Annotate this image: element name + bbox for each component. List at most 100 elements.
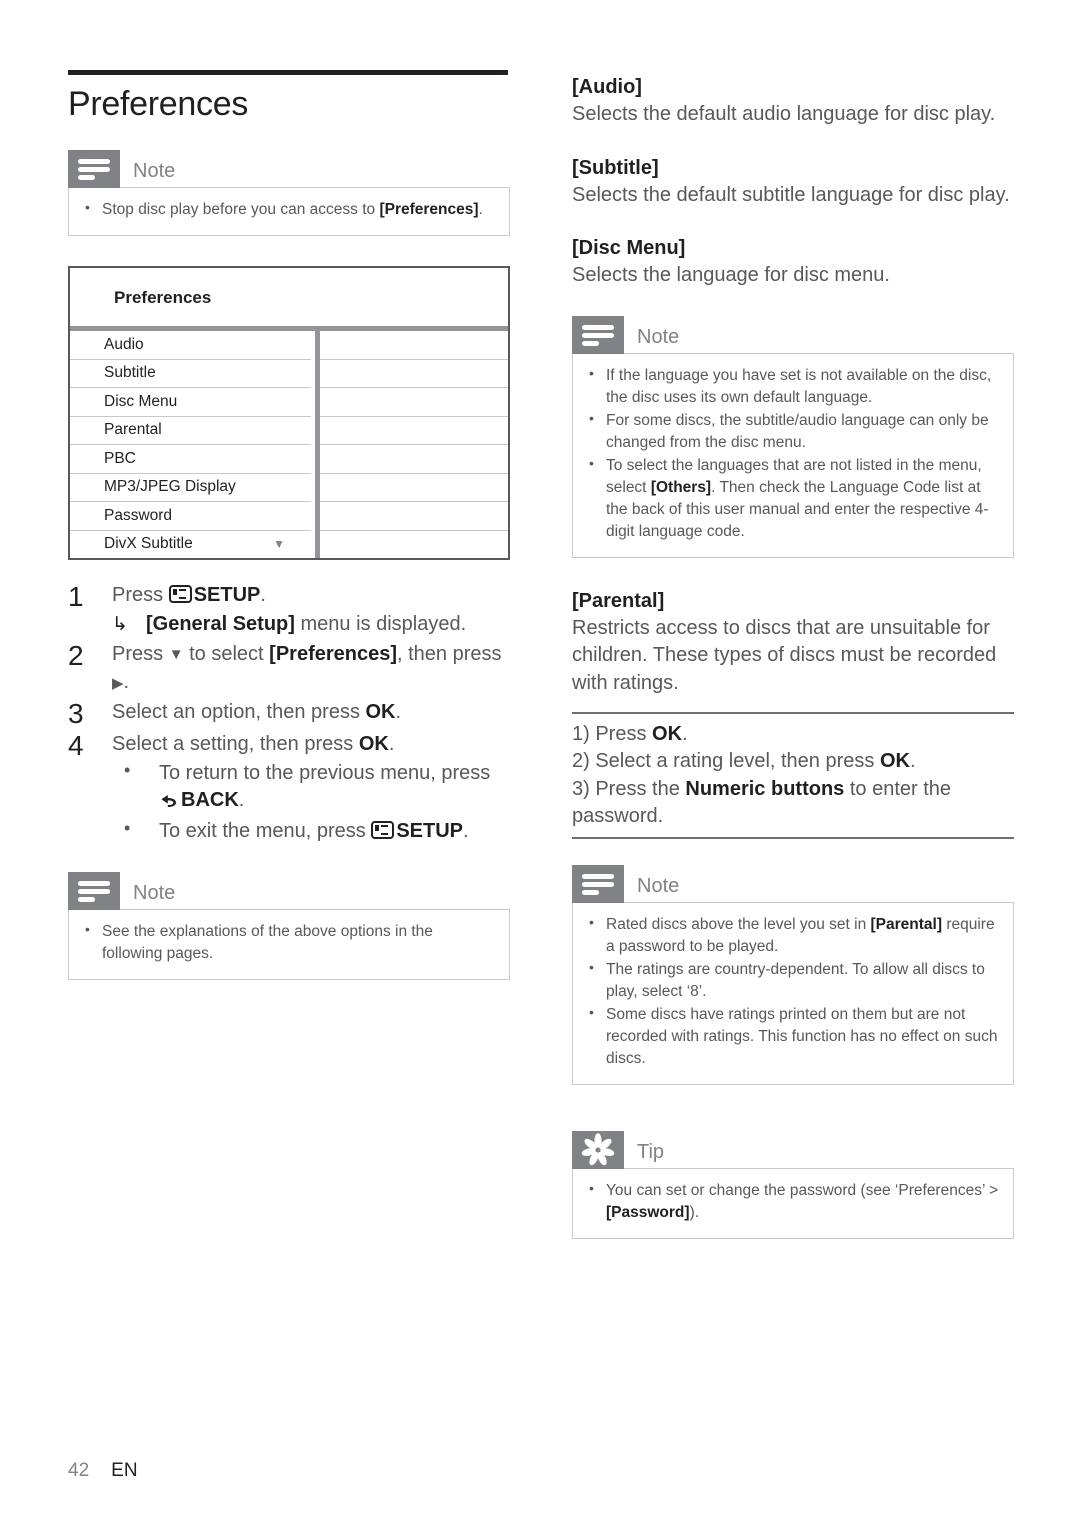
list-item: Stop disc play before you can access to … [83,198,495,221]
menu-item-pbc[interactable]: PBC [70,445,311,474]
menu-value [320,360,508,389]
menu-item-parental[interactable]: Parental [70,417,311,446]
steps-list: 1 Press SETUP. ↳ [General Setup] menu is … [68,582,510,846]
step-number: 2 [68,640,84,672]
result-arrow-icon: ↳ [112,614,128,636]
note-lines-icon [68,150,120,189]
callout-body: See the explanations of the above option… [68,908,510,980]
document-page: Preferences Note Stop disc play before y… [0,0,1080,1527]
bullet-bold: SETUP [396,820,464,843]
note-lines-icon [572,315,624,354]
bullet-text-after: . [463,820,469,843]
option-title: [Audio] [572,76,642,98]
tip-text-after: ). [689,1203,700,1221]
step-text: Select an option, then press OK. [112,699,510,728]
list-item: To return to the previous menu, press BA… [112,758,510,817]
menu-item-label: MP3/JPEG Display [104,478,236,496]
proc-bold: OK [879,750,910,773]
step-text-before: Press [112,643,169,666]
back-icon [159,790,179,817]
menu-value [320,331,508,360]
note-bold: [Others] [650,478,712,496]
tip-star-icon [572,1130,624,1169]
tip-text: You can set or change the password (see … [606,1181,999,1199]
callout-body: If the language you have set is not avai… [572,352,1014,558]
menu-rows: Audio Subtitle Disc Menu Parental PBC MP… [70,331,508,559]
note-text: If the language you have set is not avai… [606,366,992,406]
step-1: 1 Press SETUP. ↳ [General Setup] menu is … [68,582,510,638]
proc-text-after: . [682,722,688,745]
step-sub-bullets: To return to the previous menu, press BA… [112,758,510,846]
option-audio: [Audio] Selects the default audio langua… [572,74,1014,129]
callout-label: Note [133,160,176,183]
menu-title: Preferences [114,288,212,308]
step-text-before: Select a setting, then press [112,732,359,755]
step-text: Press ▼ to select [Preferences], then pr… [112,641,510,695]
note-text: Stop disc play before you can access to [102,201,380,219]
step-result: ↳ [General Setup] menu is displayed. [112,611,510,638]
list-item: You can set or change the password (see … [587,1179,999,1224]
menu-item-audio[interactable]: Audio [70,331,311,360]
procedure-step: 2) Select a rating level, then press OK. [572,748,1014,776]
option-title: [Disc Menu] [572,237,686,260]
list-item: Rated discs above the level you set in [… [587,913,999,958]
bullet-bold: BACK [181,789,239,812]
callout-header: Note [68,150,510,189]
tip-callout: Tip You can set or change the password (… [572,1130,1014,1239]
preferences-menu-screenshot: Preferences Audio Subtitle Disc Menu Par… [68,266,510,561]
proc-text: 1) Press [572,722,653,745]
list-item: For some discs, the subtitle/audio langu… [587,409,999,454]
list-item: Some discs have ratings printed on them … [587,1003,999,1070]
note-text: For some discs, the subtitle/audio langu… [606,411,989,451]
step-text-after: . [388,732,395,755]
arrow-right-icon: ▶ [112,674,124,692]
page-title: Preferences [68,85,249,123]
callout-body: You can set or change the password (see … [572,1167,1014,1239]
menu-item-divx-subtitle[interactable]: DivX Subtitle ▼ [70,531,311,559]
menu-value [320,417,508,446]
menu-value [320,388,508,417]
menu-item-password[interactable]: Password [70,502,311,531]
menu-item-disc-menu[interactable]: Disc Menu [70,388,311,417]
callout-label: Tip [637,1140,665,1163]
menu-value [320,445,508,474]
callout-label: Note [133,881,176,904]
menu-item-label: Parental [104,421,162,439]
step-number: 4 [68,729,84,761]
note-text: Rated discs above the level you set in [606,915,871,933]
menu-item-label: Password [104,506,173,524]
chevron-down-icon: ▼ [273,537,285,552]
menu-item-label: DivX Subtitle [104,535,193,553]
note-text-after: . [478,201,483,219]
step-text-after: . [395,700,402,723]
step-bold: [Preferences] [269,643,397,666]
step-number: 3 [68,697,84,729]
tip-bold: [Password] [606,1203,690,1221]
step-3: 3 Select an option, then press OK. [68,699,510,728]
step-bold: OK [365,700,396,723]
proc-bold: Numeric buttons [685,777,845,800]
note-callout-top: Note Stop disc play before you can acces… [68,150,510,237]
menu-item-label: Subtitle [104,364,156,382]
proc-text-after: . [909,750,916,773]
note-callout-bottom: Note See the explanations of the above o… [68,871,510,980]
step-text-after: . [260,584,266,607]
callout-header: Note [572,315,1014,354]
procedure-step: 3) Press the Numeric buttons to enter th… [572,776,1014,831]
proc-text: 2) Select a rating level, then press [572,750,880,773]
note-lines-icon [572,864,624,903]
list-item: To exit the menu, press SETUP. [112,816,510,845]
callout-header: Note [572,864,1014,903]
arrow-down-icon: ▼ [168,646,184,664]
bullet-text-after: . [238,789,245,812]
menu-item-mp3-jpeg-display[interactable]: MP3/JPEG Display [70,474,311,503]
step-number: 1 [68,581,84,613]
option-description: Selects the language for disc menu. [572,264,890,287]
note-lines-icon [68,871,120,910]
menu-value [320,474,508,503]
callout-body: Stop disc play before you can access to … [68,187,510,237]
menu-item-label: Audio [104,335,144,353]
result-text: menu is displayed. [294,613,467,636]
list-item: See the explanations of the above option… [83,920,495,965]
menu-item-subtitle[interactable]: Subtitle [70,360,311,389]
